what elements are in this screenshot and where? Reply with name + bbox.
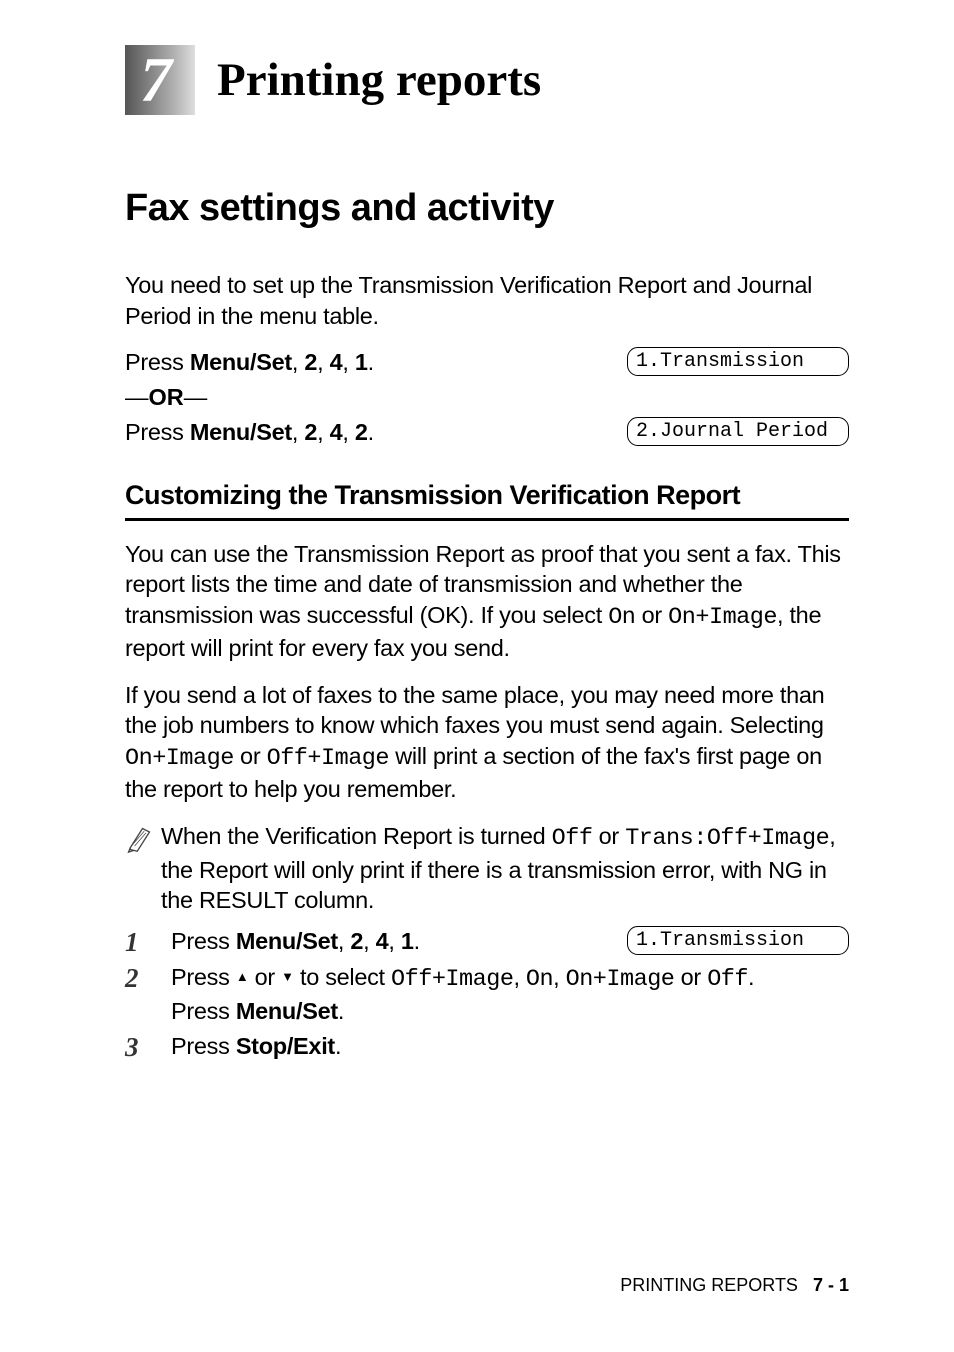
lcd-journal: 2.Journal Period (627, 417, 849, 446)
step-1-text: Press Menu/Set, 2, 4, 1. (171, 926, 607, 958)
menu-seq-2-text: Press Menu/Set, 2, 4, 2. (125, 417, 607, 448)
lcd-transmission: 1.Transmission (627, 347, 849, 376)
step-3-text: Press Stop/Exit. (171, 1031, 849, 1063)
step-number-2: 2 (125, 962, 171, 1027)
step-3: 3 Press Stop/Exit. (125, 1031, 849, 1063)
down-arrow-icon: ▼ (281, 968, 294, 986)
intro-text: You need to set up the Transmission Veri… (125, 270, 849, 331)
or-line: —OR— (125, 384, 849, 411)
chapter-badge: 7 (125, 45, 195, 115)
menu-seq-1: Press Menu/Set, 2, 4, 1. 1.Transmission (125, 347, 849, 378)
lcd-transmission-step: 1.Transmission (627, 926, 849, 955)
chapter-title: Printing reports (217, 53, 541, 107)
chapter-header: 7 Printing reports (125, 45, 849, 115)
note-icon (125, 821, 161, 916)
step-1: 1 Press Menu/Set, 2, 4, 1. 1.Transmissio… (125, 926, 849, 958)
section-title: Fax settings and activity (125, 187, 849, 230)
menu-seq-1-text: Press Menu/Set, 2, 4, 1. (125, 347, 607, 378)
note-block: When the Verification Report is turned O… (125, 821, 849, 916)
note-text: When the Verification Report is turned O… (161, 821, 849, 916)
menu-seq-2: Press Menu/Set, 2, 4, 2. 2.Journal Perio… (125, 417, 849, 448)
para-2: If you send a lot of faxes to the same p… (125, 680, 849, 805)
subsection-title: Customizing the Transmission Verificatio… (125, 479, 849, 511)
footer-page: 7 - 1 (813, 1275, 849, 1295)
step-2-text: Press ▲ or ▼ to select Off+Image, On, On… (171, 962, 849, 1027)
step-number-3: 3 (125, 1031, 171, 1063)
step-2: 2 Press ▲ or ▼ to select Off+Image, On, … (125, 962, 849, 1027)
footer-label: PRINTING REPORTS (620, 1275, 798, 1295)
page-footer: PRINTING REPORTS 7 - 1 (620, 1275, 849, 1296)
chapter-number: 7 (140, 48, 180, 112)
para-1: You can use the Transmission Report as p… (125, 539, 849, 664)
up-arrow-icon: ▲ (236, 968, 249, 986)
step-number-1: 1 (125, 926, 171, 958)
subsection-rule (125, 518, 849, 521)
